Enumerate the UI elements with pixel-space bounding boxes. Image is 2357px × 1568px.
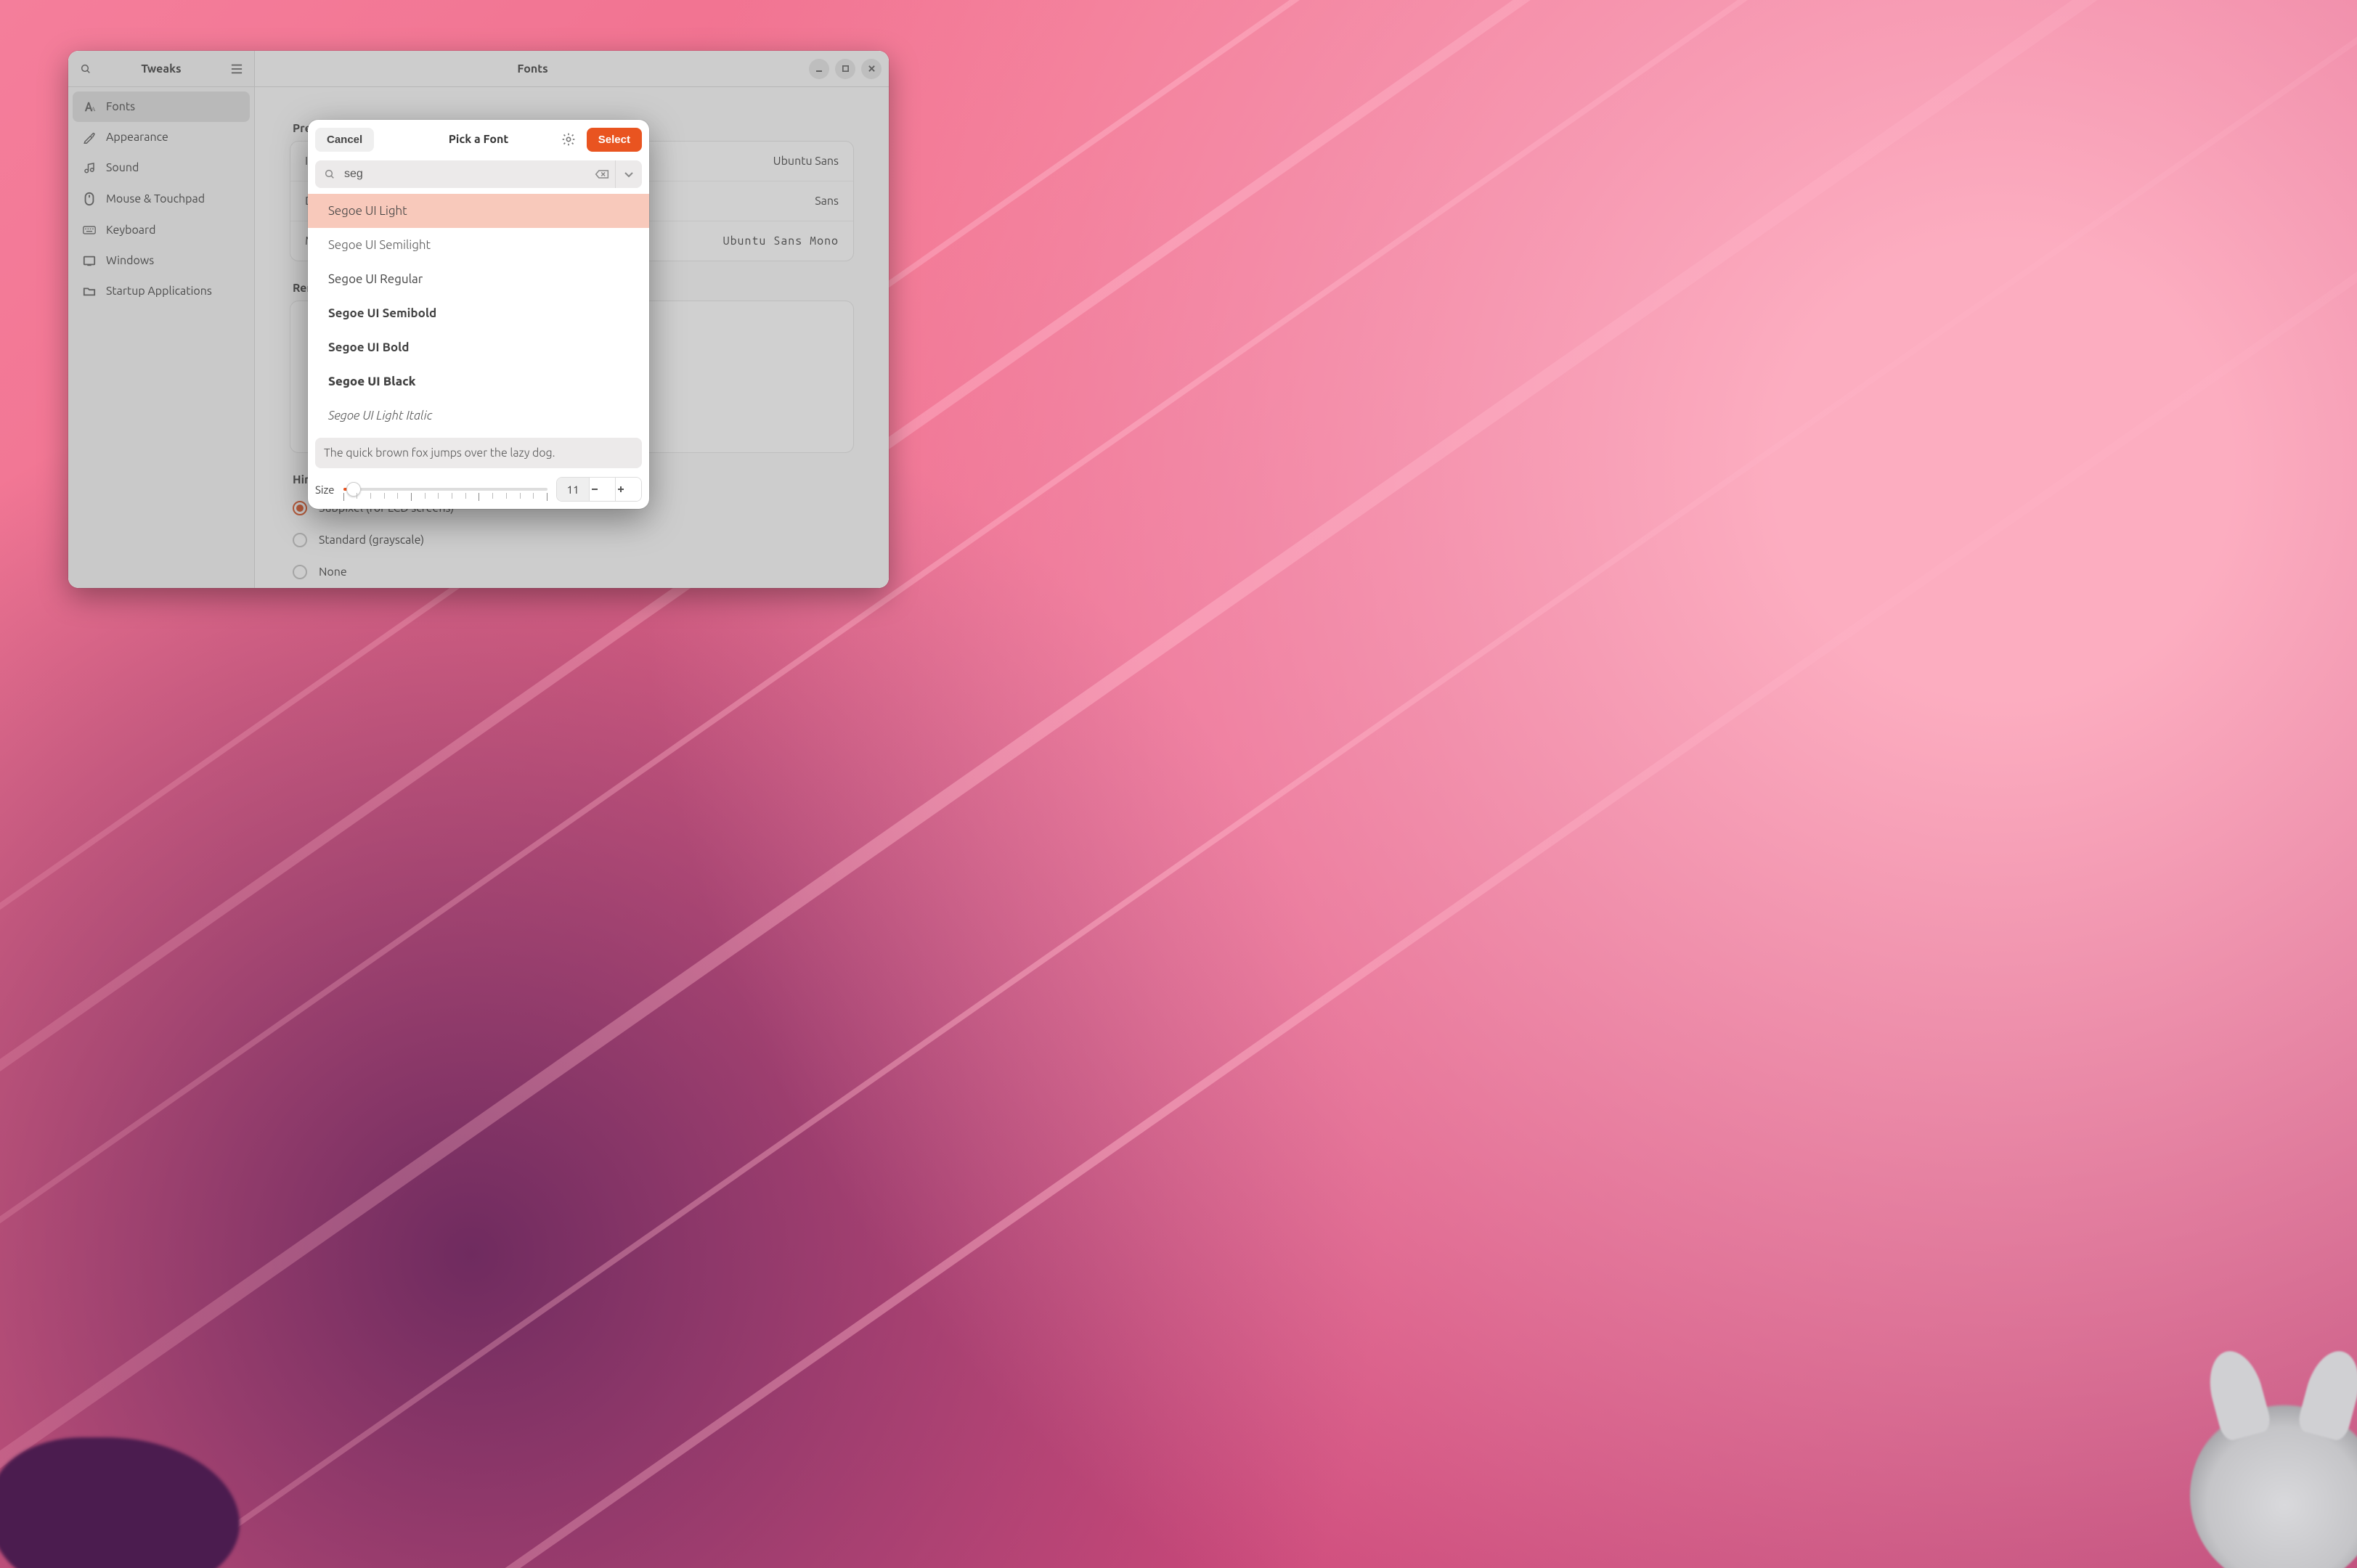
clear-search-button[interactable] bbox=[588, 160, 616, 188]
cancel-button[interactable]: Cancel bbox=[315, 128, 374, 152]
appearance-icon bbox=[83, 131, 96, 144]
sidebar-item-mouse[interactable]: Mouse & Touchpad bbox=[73, 183, 250, 215]
search-options-button[interactable] bbox=[616, 160, 642, 188]
radio-standard[interactable]: Standard (grayscale) bbox=[290, 524, 854, 556]
maximize-icon bbox=[842, 65, 850, 73]
font-name: Segoe UI Semibold bbox=[328, 306, 436, 320]
size-spin: 11 bbox=[556, 477, 642, 502]
maximize-button[interactable] bbox=[835, 59, 855, 79]
minimize-button[interactable] bbox=[809, 59, 829, 79]
menu-button[interactable] bbox=[225, 57, 248, 81]
svg-text:A: A bbox=[91, 106, 96, 113]
font-name: Segoe UI Light bbox=[328, 204, 407, 218]
sidebar-item-keyboard[interactable]: Keyboard bbox=[73, 215, 250, 245]
radio-label: Standard (grayscale) bbox=[319, 534, 424, 547]
font-item[interactable]: Segoe UI Light Italic bbox=[308, 399, 649, 433]
search-input[interactable] bbox=[344, 168, 588, 181]
keyboard-icon bbox=[83, 225, 96, 235]
size-slider[interactable] bbox=[343, 477, 547, 502]
minus-icon bbox=[590, 484, 600, 494]
chevron-down-icon bbox=[624, 171, 634, 178]
close-button[interactable] bbox=[861, 59, 882, 79]
font-list[interactable]: Segoe UI Light Segoe UI Semilight Segoe … bbox=[308, 194, 649, 433]
windows-icon bbox=[83, 255, 96, 266]
row-value: Ubuntu Sans Mono bbox=[723, 234, 839, 248]
sidebar-item-label: Mouse & Touchpad bbox=[106, 192, 205, 205]
font-picker-dialog: Cancel Select Pick a Font Segoe UI Light… bbox=[308, 120, 649, 509]
font-item[interactable]: Segoe UI Semibold bbox=[308, 296, 649, 330]
backspace-icon bbox=[595, 169, 609, 179]
size-label: Size bbox=[315, 483, 335, 496]
sidebar-item-label: Startup Applications bbox=[106, 285, 212, 298]
sidebar-item-startup[interactable]: Startup Applications bbox=[73, 276, 250, 306]
content-title: Fonts bbox=[262, 62, 803, 75]
font-name: Segoe UI Bold bbox=[328, 340, 409, 354]
headerbar-right: Fonts bbox=[255, 51, 889, 86]
sidebar-item-label: Windows bbox=[106, 254, 154, 267]
sidebar-item-label: Keyboard bbox=[106, 224, 155, 237]
slider-ticks bbox=[343, 493, 547, 500]
size-increment-button[interactable] bbox=[615, 478, 641, 501]
plus-icon bbox=[616, 484, 626, 494]
font-name: Segoe UI Regular bbox=[328, 272, 423, 286]
minimize-icon bbox=[815, 65, 823, 73]
font-name: Segoe UI Light Italic bbox=[328, 409, 433, 422]
size-value[interactable]: 11 bbox=[557, 478, 589, 501]
font-item[interactable]: Segoe UI Bold bbox=[308, 330, 649, 364]
row-value: Ubuntu Sans bbox=[773, 155, 839, 168]
sidebar-item-label: Sound bbox=[106, 161, 139, 174]
headerbar-left: Tweaks bbox=[68, 51, 255, 86]
select-button[interactable]: Select bbox=[587, 128, 642, 152]
dialog-header: Cancel Select Pick a Font bbox=[308, 120, 649, 159]
settings-button[interactable] bbox=[556, 127, 581, 152]
font-item[interactable]: Segoe UI Semilight bbox=[308, 228, 649, 262]
sound-icon bbox=[83, 161, 96, 174]
search-icon bbox=[324, 168, 335, 180]
sidebar-item-windows[interactable]: Windows bbox=[73, 245, 250, 276]
sidebar-item-label: Fonts bbox=[106, 100, 135, 113]
fonts-icon: A bbox=[83, 101, 96, 113]
search-icon bbox=[80, 63, 91, 75]
font-item[interactable]: Segoe UI Black bbox=[308, 364, 649, 399]
size-decrement-button[interactable] bbox=[589, 478, 615, 501]
size-row: Size 11 bbox=[308, 473, 649, 509]
radio-indicator bbox=[293, 533, 307, 547]
font-item[interactable]: Segoe UI Light bbox=[308, 194, 649, 228]
search-button[interactable] bbox=[74, 57, 97, 81]
radio-indicator bbox=[293, 501, 307, 515]
sidebar-item-label: Appearance bbox=[106, 131, 168, 144]
app-title: Tweaks bbox=[97, 62, 225, 75]
radio-label: None bbox=[319, 565, 347, 579]
search-icon-wrapper bbox=[315, 168, 344, 180]
font-item[interactable]: Segoe UI Regular bbox=[308, 262, 649, 296]
startup-icon bbox=[83, 285, 96, 297]
close-icon bbox=[868, 65, 876, 73]
sidebar-item-appearance[interactable]: Appearance bbox=[73, 122, 250, 152]
mouse-icon bbox=[83, 192, 96, 206]
headerbar: Tweaks Fonts bbox=[68, 51, 889, 87]
font-preview[interactable]: The quick brown fox jumps over the lazy … bbox=[315, 438, 642, 468]
font-search bbox=[315, 160, 642, 188]
sidebar-item-fonts[interactable]: A Fonts bbox=[73, 91, 250, 122]
font-name: Segoe UI Black bbox=[328, 375, 416, 388]
sidebar-item-sound[interactable]: Sound bbox=[73, 152, 250, 183]
row-value: Sans bbox=[815, 195, 839, 208]
radio-indicator bbox=[293, 565, 307, 579]
gear-icon bbox=[561, 132, 576, 147]
font-name: Segoe UI Semilight bbox=[328, 238, 431, 252]
radio-none[interactable]: None bbox=[290, 556, 854, 588]
sidebar: A Fonts Appearance Sound Mouse bbox=[68, 87, 255, 588]
slider-track bbox=[343, 488, 547, 491]
hamburger-icon bbox=[231, 64, 243, 74]
